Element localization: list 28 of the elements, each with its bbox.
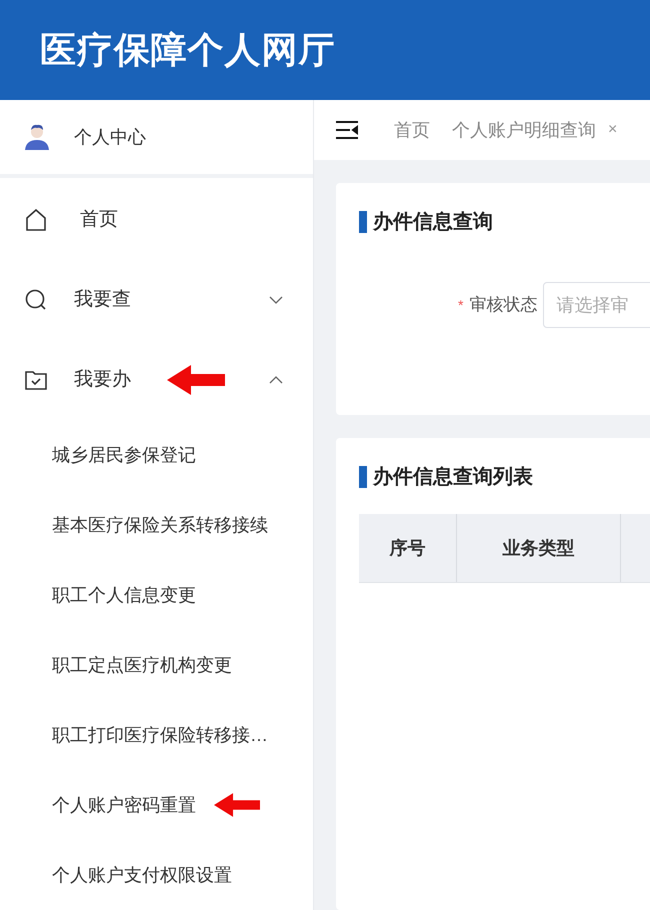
page-tab[interactable]: 个人账户明细查询 × <box>452 116 618 144</box>
select-field[interactable]: 请选择审 <box>543 282 650 328</box>
menu-collapse-icon[interactable] <box>336 121 358 139</box>
profile-link[interactable]: 个人中心 <box>74 124 146 150</box>
home-icon <box>26 209 46 231</box>
column-header: 业务类型 <box>502 536 574 560</box>
avatar-icon <box>24 124 50 150</box>
folder-check-icon <box>25 370 47 390</box>
required-mark: * <box>458 296 464 314</box>
title-marker <box>359 466 367 488</box>
submenu-item[interactable]: 职工个人信息变更 <box>52 582 196 608</box>
app-title: 医疗保障个人网厅 <box>40 28 336 72</box>
submenu-item[interactable]: 职工打印医疗保险转移接… <box>52 722 268 748</box>
search-icon <box>25 289 47 311</box>
field-label: 审核状态 <box>469 294 538 316</box>
submenu-item[interactable]: 基本医疗保险关系转移接续 <box>52 512 268 538</box>
menu-item[interactable]: 首页 <box>0 180 313 260</box>
submenu-item[interactable]: 个人账户支付权限设置 <box>52 862 232 888</box>
title-marker <box>359 211 367 233</box>
page-tab[interactable]: 首页 <box>394 116 430 144</box>
submenu-item[interactable]: 城乡居民参保登记 <box>52 442 196 468</box>
menu-item[interactable]: 我要查 <box>0 260 313 340</box>
section-title: 办件信息查询列表 <box>373 465 533 490</box>
submenu-item[interactable]: 个人账户密码重置 <box>52 792 196 818</box>
menu-item[interactable]: 我要办 <box>0 340 313 420</box>
section-title: 办件信息查询 <box>373 210 493 235</box>
column-header: 序号 <box>390 536 426 560</box>
submenu-item[interactable]: 职工定点医疗机构变更 <box>52 652 232 678</box>
